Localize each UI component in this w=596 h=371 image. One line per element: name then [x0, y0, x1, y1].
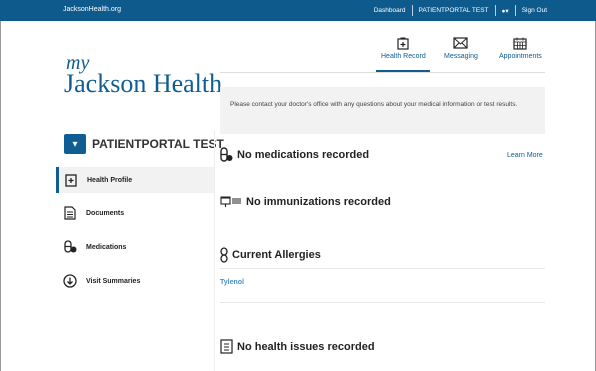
tab-label: Health Record: [381, 53, 426, 60]
sidebar-item-label: Health Profile: [87, 176, 133, 184]
top-bar: JacksonHealth.org Dashboard PATIENTPORTA…: [0, 0, 596, 21]
allergy-icon: [220, 247, 228, 263]
active-tab-indicator: [376, 70, 430, 72]
health-issues-empty-text: No health issues recorded: [237, 340, 375, 353]
allergies-rule-top: [220, 268, 545, 269]
sign-out-link[interactable]: Sign Out: [516, 7, 553, 14]
sidebar-item-health-profile[interactable]: Health Profile: [56, 167, 215, 193]
sidebar-item-label: Medications: [86, 243, 127, 251]
medications-heading: No medications recorded: [220, 147, 369, 163]
allergies-title: Current Allergies: [232, 249, 321, 261]
tab-label: Appointments: [499, 53, 542, 60]
pill-icon: [220, 147, 233, 163]
clipboard-icon: [220, 339, 233, 354]
health-record-icon: [397, 37, 409, 51]
pill-icon: [63, 240, 77, 254]
sidebar-item-medications[interactable]: Medications: [58, 234, 214, 260]
sidebar-item-label: Visit Summaries: [86, 277, 141, 285]
health-issues-heading: No health issues recorded: [220, 339, 375, 354]
calendar-icon: [513, 37, 528, 51]
document-icon: [63, 206, 77, 220]
allergies-heading: Current Allergies: [220, 247, 321, 263]
tab-appointments[interactable]: Appointments: [499, 37, 542, 60]
site-link[interactable]: JacksonHealth.org: [63, 6, 121, 13]
allergy-item[interactable]: Tylenol: [220, 279, 244, 286]
settings-dropdown[interactable]: ●▾: [496, 7, 515, 15]
allergies-rule-bottom: [220, 302, 545, 303]
download-circle-icon: [63, 274, 77, 288]
user-name: PATIENTPORTAL TEST: [92, 137, 224, 151]
learn-more-link[interactable]: Learn More: [507, 152, 543, 159]
tab-messaging[interactable]: Messaging: [444, 37, 478, 60]
envelope-icon: [453, 37, 469, 51]
user-menu-link[interactable]: PATIENTPORTAL TEST: [413, 7, 495, 14]
tab-health-record[interactable]: Health Record: [381, 37, 426, 60]
medications-empty-text: No medications recorded: [237, 149, 370, 161]
logo-jackson-health: Jackson Health: [64, 69, 223, 98]
top-nav: Dashboard PATIENTPORTAL TEST ●▾ Sign Out: [368, 0, 553, 21]
tab-bar-rule: [220, 72, 545, 73]
health-profile-icon: [64, 173, 78, 187]
sidebar-item-label: Documents: [86, 209, 125, 217]
tab-label: Messaging: [444, 53, 478, 60]
immunizations-empty-text: No immunizations recorded: [246, 196, 391, 208]
sidebar-item-documents[interactable]: Documents: [58, 200, 214, 226]
sidebar-item-visit-summaries[interactable]: Visit Summaries: [58, 268, 214, 294]
dashboard-link[interactable]: Dashboard: [368, 7, 412, 14]
info-notice: Please contact your doctor's office with…: [220, 87, 545, 134]
syringe-icon: [220, 196, 242, 208]
user-panel: ▾ PATIENTPORTAL TEST: [64, 134, 224, 154]
page-left-border: [0, 21, 1, 371]
immunizations-heading: No immunizations recorded: [220, 196, 391, 208]
user-toggle-button[interactable]: ▾: [64, 134, 86, 154]
sidebar-divider: [214, 130, 215, 371]
